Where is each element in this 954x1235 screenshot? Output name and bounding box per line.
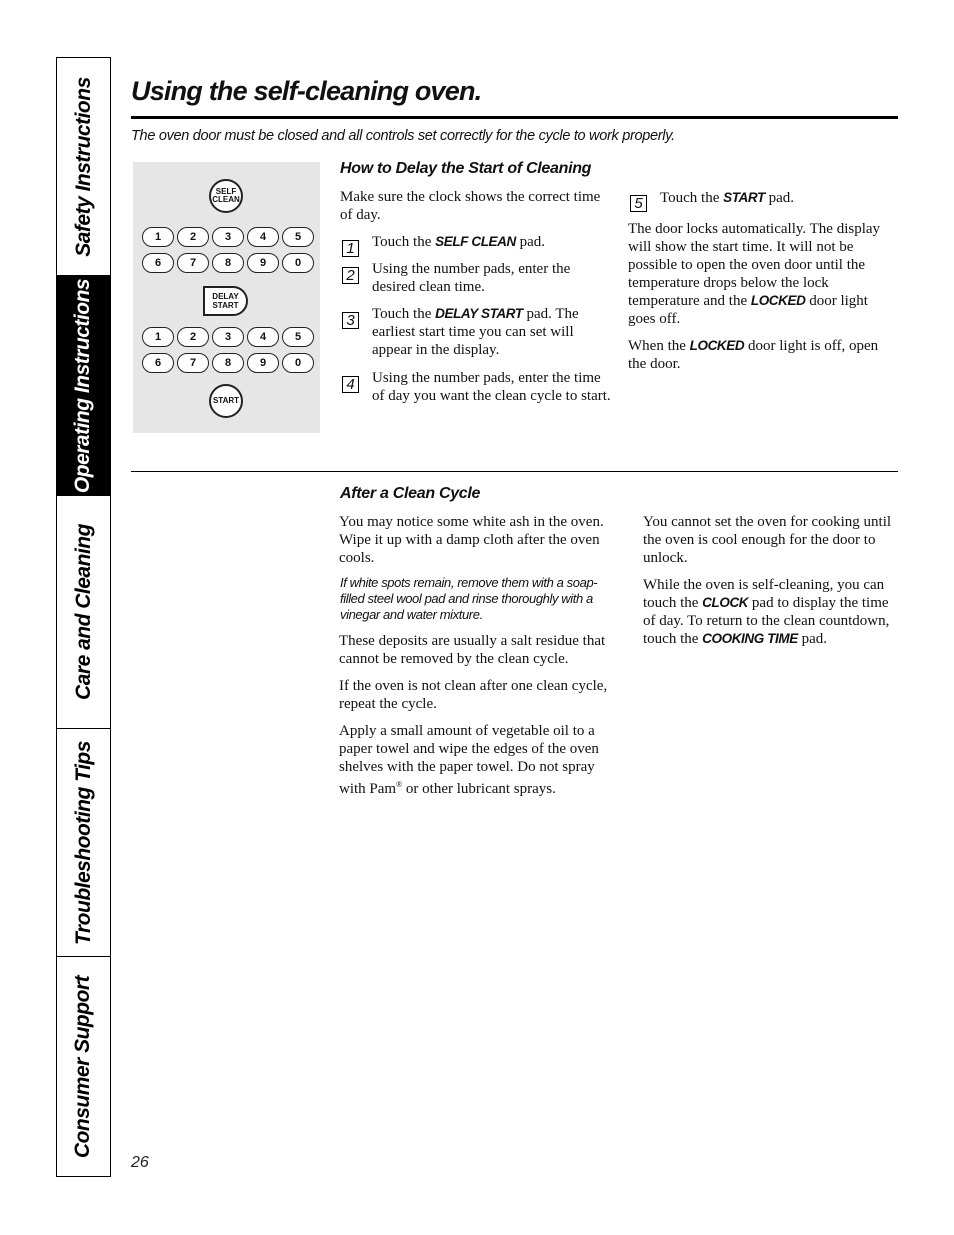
page-title: Using the self-cleaning oven. bbox=[131, 76, 482, 106]
number-pad-6: 6 bbox=[142, 253, 174, 273]
after-paragraph-right: You cannot set the oven for cooking unti… bbox=[643, 514, 892, 566]
number-pad-8: 8 bbox=[212, 253, 244, 273]
tab-consumer-support[interactable]: Consumer Support bbox=[57, 957, 110, 1176]
number-pad-row: 1 2 3 4 5 bbox=[142, 227, 314, 247]
section-heading-after: After a Clean Cycle bbox=[340, 485, 481, 502]
number-pad-4: 4 bbox=[247, 227, 279, 247]
number-pad-9: 9 bbox=[247, 253, 279, 273]
step-text: Using the number pads, enter the time of… bbox=[372, 370, 611, 404]
number-pad-3: 3 bbox=[212, 227, 244, 247]
number-pad-8: 8 bbox=[212, 353, 244, 373]
door-lock-paragraph: The door locks automatically. The displa… bbox=[628, 221, 881, 327]
after-paragraph: You may notice some white ash in the ove… bbox=[339, 514, 604, 566]
number-pad-0: 0 bbox=[282, 253, 314, 273]
step-number: 1 bbox=[342, 240, 359, 257]
number-pad-7: 7 bbox=[177, 253, 209, 273]
step-number: 3 bbox=[342, 312, 359, 329]
number-pad-1: 1 bbox=[142, 227, 174, 247]
pad-label: START bbox=[212, 396, 240, 405]
page-subtitle: The oven door must be closed and all con… bbox=[131, 128, 675, 144]
step-text: Touch the DELAY START pad. The earliest … bbox=[372, 306, 579, 358]
tab-care-and-cleaning[interactable]: Care and Cleaning bbox=[57, 496, 110, 729]
number-pad-2: 2 bbox=[177, 227, 209, 247]
start-pad: START bbox=[209, 384, 243, 418]
after-paragraph-right: While the oven is self-cleaning, you can… bbox=[643, 577, 890, 647]
number-pad-row: 6 7 8 9 0 bbox=[142, 353, 314, 373]
delay-intro: Make sure the clock shows the correct ti… bbox=[340, 189, 601, 223]
after-paragraph: Apply a small amount of vegetable oil to… bbox=[339, 723, 599, 797]
number-pad-7: 7 bbox=[177, 353, 209, 373]
tab-label: Consumer Support bbox=[71, 975, 95, 1158]
tab-label: Troubleshooting Tips bbox=[71, 740, 95, 945]
step-number: 2 bbox=[342, 267, 359, 284]
section-heading-delay: How to Delay the Start of Cleaning bbox=[340, 160, 592, 177]
number-pad-5: 5 bbox=[282, 327, 314, 347]
pad-label: DELAY bbox=[212, 292, 239, 301]
tab-safety-instructions[interactable]: Safety Instructions bbox=[57, 58, 110, 276]
section-divider bbox=[131, 471, 898, 472]
number-pad-5: 5 bbox=[282, 227, 314, 247]
tab-troubleshooting-tips[interactable]: Troubleshooting Tips bbox=[57, 729, 110, 957]
number-pad-9: 9 bbox=[247, 353, 279, 373]
tab-label: Care and Cleaning bbox=[71, 524, 95, 700]
tab-label: Operating Instructions bbox=[71, 278, 95, 493]
number-pad-6: 6 bbox=[142, 353, 174, 373]
open-door-paragraph: When the LOCKED door light is off, open … bbox=[628, 338, 879, 372]
self-clean-pad: SELF CLEAN bbox=[209, 179, 243, 213]
number-pad-0: 0 bbox=[282, 353, 314, 373]
number-pad-4: 4 bbox=[247, 327, 279, 347]
step-number: 4 bbox=[342, 376, 359, 393]
number-pad-row: 1 2 3 4 5 bbox=[142, 327, 314, 347]
number-pad-row: 6 7 8 9 0 bbox=[142, 253, 314, 273]
after-italic-note: If white spots remain, remove them with … bbox=[340, 575, 598, 622]
after-paragraph: If the oven is not clean after one clean… bbox=[339, 678, 608, 712]
section-tabs: Safety Instructions Operating Instructio… bbox=[56, 57, 111, 1177]
step-text: Using the number pads, enter the desired… bbox=[372, 261, 571, 295]
after-paragraph: These deposits are usually a salt residu… bbox=[339, 633, 606, 667]
pad-label: CLEAN bbox=[212, 195, 240, 204]
title-rule bbox=[131, 116, 898, 119]
delay-start-pad: DELAY START bbox=[203, 286, 248, 316]
tab-label: Safety Instructions bbox=[71, 76, 95, 257]
step-text: Touch the START pad. bbox=[660, 190, 795, 206]
step-text: Touch the SELF CLEAN pad. bbox=[372, 234, 546, 250]
number-pad-3: 3 bbox=[212, 327, 244, 347]
pad-label: START bbox=[212, 301, 239, 310]
number-pad-1: 1 bbox=[142, 327, 174, 347]
step-number: 5 bbox=[630, 195, 647, 212]
page-number: 26 bbox=[131, 1154, 149, 1171]
tab-operating-instructions[interactable]: Operating Instructions bbox=[57, 276, 110, 496]
number-pad-2: 2 bbox=[177, 327, 209, 347]
